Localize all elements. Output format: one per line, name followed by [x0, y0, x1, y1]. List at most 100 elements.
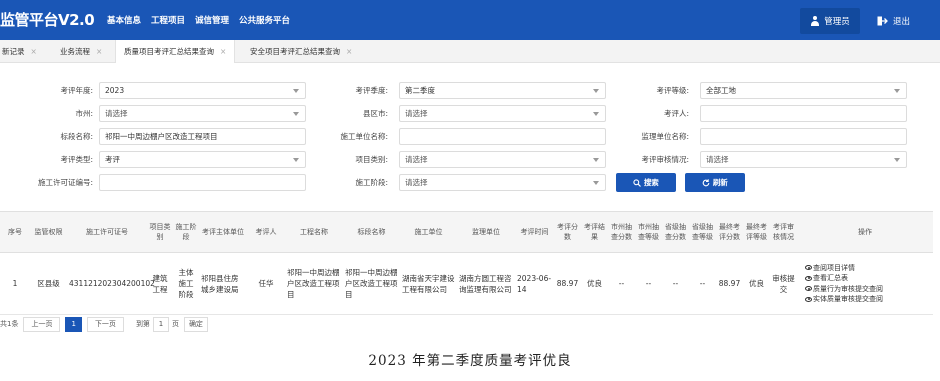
close-icon[interactable]: × — [96, 47, 102, 56]
menu-basic-info[interactable]: 基本信息 — [107, 14, 141, 26]
cell-city-grade: -- — [635, 252, 662, 315]
col-header: 考评结果 — [581, 211, 608, 253]
logout-button[interactable]: 退出 — [877, 15, 910, 27]
figure-caption: 2023 年第二季度质量考评优良 — [368, 353, 572, 369]
quarter-select[interactable]: 第二季度 — [399, 82, 606, 99]
tab-quality-summary[interactable]: 质量项目考评汇总结果查询 × — [115, 40, 236, 63]
cell-stage: 主体施工阶段 — [173, 252, 199, 315]
top-menu: 基本信息 工程项目 诚信管理 公共服务平台 — [107, 14, 290, 26]
col-header: 最终考评等级 — [743, 211, 770, 253]
tab-label: 业务流程 — [60, 47, 90, 56]
stage-label: 施工阶段: — [355, 178, 388, 187]
op-label: 质量行为审核提交查阅 — [813, 284, 883, 293]
type-value: 考评 — [105, 155, 120, 164]
type-select[interactable]: 考评 — [99, 151, 306, 168]
user-menu-button[interactable]: 管理员 — [800, 8, 860, 34]
user-icon — [810, 16, 820, 26]
next-page-button[interactable]: 下一页 — [86, 316, 124, 332]
menu-credit[interactable]: 诚信管理 — [195, 14, 229, 26]
cell-final-score: 88.97 — [716, 252, 743, 315]
tab-safety-summary[interactable]: 安全项目考评汇总结果查询 × — [250, 40, 352, 63]
reviewer-label: 考评人: — [663, 109, 689, 118]
search-icon — [633, 179, 642, 187]
tab-new-record[interactable]: 新记录 × — [2, 40, 37, 63]
city-select[interactable]: 请选择 — [99, 105, 306, 122]
cell-result: 优良 — [581, 252, 608, 315]
stage-value: 请选择 — [405, 178, 428, 187]
cell-prov-score: -- — [662, 252, 689, 315]
category-select[interactable]: 请选择 — [399, 151, 606, 168]
user-name: 管理员 — [824, 17, 850, 27]
op-view-behavior-audit[interactable]: 质量行为审核提交查阅 — [805, 284, 931, 295]
op-label: 查看汇总表 — [813, 274, 848, 282]
pagination: 共1条 上一页 1 下一页 到第 1 页 确定 — [0, 316, 208, 332]
close-icon[interactable]: × — [346, 47, 352, 56]
eye-icon — [805, 296, 812, 302]
table-header-row: 序号 监管权限 施工许可证号 项目类别 施工阶段 考评主体单位 考评人 工程名称… — [0, 211, 933, 253]
category-label: 项目类别: — [355, 155, 388, 164]
search-button[interactable]: 搜索 — [616, 173, 676, 192]
col-header: 市州抽查分数 — [608, 211, 635, 253]
cell-prov-grade: -- — [689, 252, 716, 315]
tab-label: 安全项目考评汇总结果查询 — [250, 47, 340, 56]
col-header: 操作 — [797, 211, 933, 253]
year-select[interactable]: 2023 — [99, 82, 306, 99]
total-count: 共1条 — [0, 320, 19, 328]
supervisor-input[interactable] — [700, 128, 907, 145]
grade-label: 考评等级: — [656, 86, 689, 95]
cell-project: 祁阳一中周边棚户区改造工程项目 — [285, 252, 343, 315]
search-form: 考评年度: 2023 考评季度: 第二季度 考评等级: 全部工地 市州: 请选择… — [0, 63, 940, 198]
builder-input[interactable] — [399, 128, 606, 145]
grade-select[interactable]: 全部工地 — [700, 82, 907, 99]
page-unit-label: 页 — [171, 320, 179, 328]
close-icon[interactable]: × — [31, 47, 37, 56]
county-label: 县区市: — [362, 109, 388, 118]
col-header: 考评时间 — [515, 211, 554, 253]
col-header: 标段名称 — [343, 211, 400, 253]
col-header: 序号 — [0, 211, 30, 253]
op-view-entity-audit[interactable]: 实体质量审核提交查阅 — [805, 294, 931, 305]
prev-page-button[interactable]: 上一页 — [23, 316, 61, 332]
section-input[interactable]: 祁阳一中周边棚户区改造工程项目 — [99, 128, 306, 145]
col-header: 考评主体单位 — [199, 211, 247, 253]
cell-city-score: -- — [608, 252, 635, 315]
menu-public-service[interactable]: 公共服务平台 — [239, 14, 290, 26]
type-label: 考评类型: — [60, 155, 93, 164]
audit-select[interactable]: 请选择 — [700, 151, 907, 168]
goto-page-input[interactable]: 1 — [152, 316, 169, 332]
cell-permit: 431121202304200102 — [67, 252, 155, 315]
cell-reviewer: 任华 — [247, 252, 285, 315]
results-table: 序号 监管权限 施工许可证号 项目类别 施工阶段 考评主体单位 考评人 工程名称… — [0, 211, 933, 315]
col-header: 监管权限 — [30, 211, 67, 253]
goto-confirm-button[interactable]: 确定 — [183, 316, 208, 332]
tab-bar: 新记录 × 业务流程 × 质量项目考评汇总结果查询 × 安全项目考评汇总结果查询 × — [0, 40, 940, 63]
page-number-current[interactable]: 1 — [65, 316, 82, 332]
menu-projects[interactable]: 工程项目 — [151, 14, 185, 26]
county-select[interactable]: 请选择 — [399, 105, 606, 122]
cell-audit: 审核提交 — [770, 252, 797, 315]
cell-date: 2023-06-14 — [515, 252, 554, 315]
section-value: 祁阳一中周边棚户区改造工程项目 — [105, 132, 218, 141]
col-header: 施工阶段 — [173, 211, 199, 253]
close-icon[interactable]: × — [220, 47, 226, 56]
cell-authority: 区县级 — [30, 252, 67, 315]
eye-icon — [805, 265, 812, 270]
year-value: 2023 — [105, 86, 125, 95]
op-view-project[interactable]: 查阅项目详情 — [805, 263, 931, 274]
stage-select[interactable]: 请选择 — [399, 174, 606, 191]
eye-icon — [805, 275, 812, 281]
tab-workflow[interactable]: 业务流程 × — [60, 40, 102, 63]
supervisor-label: 监理单位名称: — [641, 132, 689, 141]
county-value: 请选择 — [405, 109, 428, 118]
quarter-value: 第二季度 — [405, 86, 435, 95]
city-label: 市州: — [75, 109, 93, 118]
refresh-button[interactable]: 刷新 — [685, 173, 745, 192]
chevron-down-icon — [894, 158, 900, 162]
city-value: 请选择 — [105, 109, 128, 118]
permit-input[interactable] — [99, 174, 306, 191]
audit-label: 考评审核情况: — [641, 155, 689, 164]
op-view-summary[interactable]: 查看汇总表 — [805, 273, 931, 284]
cell-final-grade: 优良 — [743, 252, 770, 315]
reviewer-input[interactable] — [700, 105, 907, 122]
col-header: 市州抽查等级 — [635, 211, 662, 253]
